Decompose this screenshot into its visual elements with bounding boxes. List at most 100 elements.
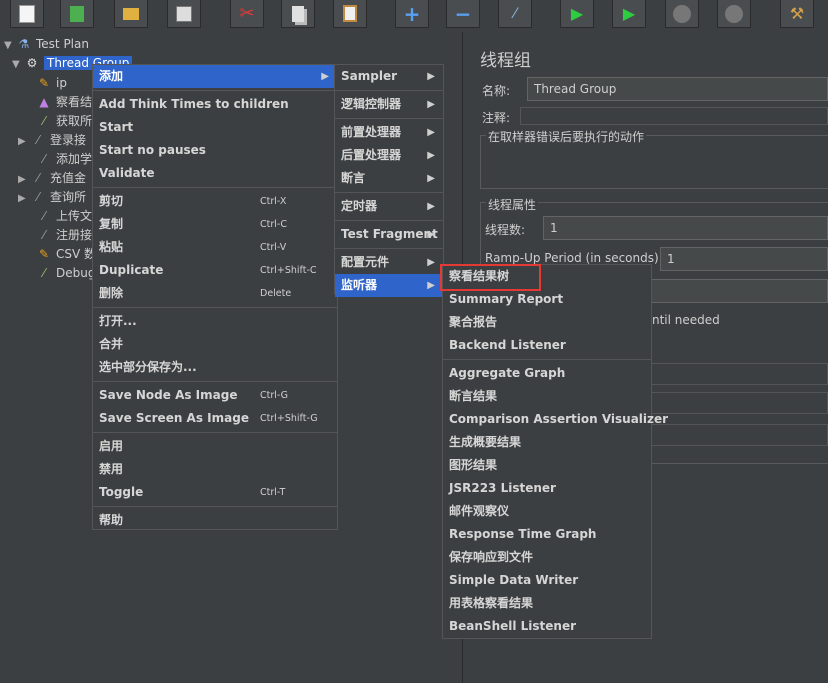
listener-item-response-time-graph[interactable]: Response Time Graph — [443, 523, 651, 546]
submenu-item-timer[interactable]: 定时器 ▶ — [335, 195, 443, 218]
menu-separator — [335, 192, 443, 193]
tree-node-test-plan[interactable]: ▼ ⚗ Test Plan — [4, 35, 89, 53]
tree-node-item[interactable]: ✎ ip — [24, 74, 67, 92]
collapsed-arrow-icon[interactable]: ▶ — [18, 171, 30, 189]
tree-node-item[interactable]: ⁄ 上传文 — [24, 207, 92, 225]
menu-item-enable[interactable]: 启用 — [93, 435, 337, 458]
scheduler-field[interactable] — [650, 363, 828, 385]
tree-node-item[interactable]: ⁄ 获取所 — [24, 112, 92, 130]
menu-item-disable[interactable]: 禁用 — [93, 458, 337, 481]
listener-item-mailer-visualizer[interactable]: 邮件观察仪 — [443, 500, 651, 523]
listener-item-graph-results[interactable]: 图形结果 — [443, 454, 651, 477]
listener-item-jsr223-listener[interactable]: JSR223 Listener — [443, 477, 651, 500]
submenu-item-config-element[interactable]: 配置元件 ▶ — [335, 251, 443, 274]
loop-count-field[interactable] — [650, 279, 828, 303]
menu-item-paste[interactable]: 粘贴 Ctrl-V — [93, 236, 337, 259]
startup-delay-field[interactable] — [650, 424, 828, 446]
threads-field[interactable]: 1 — [543, 216, 828, 240]
submenu-item-post-processor[interactable]: 后置处理器 ▶ — [335, 144, 443, 167]
menu-item-start-no-pauses[interactable]: Start no pauses — [93, 139, 337, 162]
menu-item-merge[interactable]: 合并 — [93, 333, 337, 356]
chart-icon: ▲ — [39, 95, 49, 109]
menu-item-duplicate[interactable]: Duplicate Ctrl+Shift-C — [93, 259, 337, 282]
listener-item-aggregate-report[interactable]: 聚合报告 — [443, 311, 651, 334]
rampup-field[interactable]: 1 — [660, 247, 828, 271]
menu-item-cut[interactable]: 剪切 Ctrl-X — [93, 190, 337, 213]
listener-item-save-responses-to-file[interactable]: 保存响应到文件 — [443, 546, 651, 569]
submenu-arrow-icon: ▶ — [427, 99, 435, 110]
menu-separator — [335, 248, 443, 249]
templates-icon[interactable] — [60, 0, 94, 28]
clear-icon[interactable]: ⚒ — [780, 0, 814, 28]
submenu-arrow-icon: ▶ — [427, 229, 435, 240]
menu-item-save-node-image[interactable]: Save Node As Image Ctrl-G — [93, 384, 337, 407]
listener-item-summary-report[interactable]: Summary Report — [443, 288, 651, 311]
flask-icon: ⚗ — [18, 37, 30, 51]
thread-props-label: 线程属性 — [486, 196, 539, 213]
start-icon[interactable]: ▶ — [560, 0, 594, 28]
menu-separator — [335, 118, 443, 119]
tree-node-item[interactable]: ▶ ⁄ 充值金 — [18, 169, 86, 187]
expand-arrow-icon[interactable]: ▼ — [4, 37, 16, 55]
submenu-item-sampler[interactable]: Sampler ▶ — [335, 65, 443, 88]
menu-item-help[interactable]: 帮助 — [93, 509, 337, 532]
tree-node-item[interactable]: ⁄ 添加学 — [24, 150, 92, 168]
menu-item-copy[interactable]: 复制 Ctrl-C — [93, 213, 337, 236]
menu-item-open[interactable]: 打开... — [93, 310, 337, 333]
submenu-item-pre-processor[interactable]: 前置处理器 ▶ — [335, 121, 443, 144]
save-icon[interactable] — [167, 0, 201, 28]
submenu-item-assertion[interactable]: 断言 ▶ — [335, 167, 443, 190]
tree-node-item[interactable]: ⁄ 注册接 — [24, 226, 92, 244]
collapsed-arrow-icon[interactable]: ▶ — [18, 190, 30, 208]
listener-item-generate-summary-results[interactable]: 生成概要结果 — [443, 431, 651, 454]
listener-item-assertion-results[interactable]: 断言结果 — [443, 385, 651, 408]
menu-item-toggle[interactable]: Toggle Ctrl-T — [93, 481, 337, 504]
name-field[interactable]: Thread Group — [527, 77, 828, 101]
copy-icon[interactable] — [281, 0, 315, 28]
listener-item-beanshell-listener[interactable]: BeanShell Listener — [443, 615, 651, 638]
menu-separator — [93, 187, 337, 188]
menu-separator — [335, 220, 443, 221]
collapse-icon[interactable]: − — [446, 0, 480, 28]
gear-icon: ⚙ — [26, 56, 38, 70]
comment-field[interactable] — [520, 107, 828, 125]
duration-field[interactable] — [650, 392, 828, 414]
listener-item-backend-listener[interactable]: Backend Listener — [443, 334, 651, 357]
open-icon[interactable] — [114, 0, 148, 28]
listener-item-comparison-assertion-visualizer[interactable]: Comparison Assertion Visualizer — [443, 408, 668, 431]
toggle-icon[interactable]: ⁄ — [498, 0, 532, 28]
expand-icon[interactable]: + — [395, 0, 429, 28]
submenu-arrow-icon: ▶ — [427, 280, 435, 291]
paste-icon[interactable] — [333, 0, 367, 28]
tree-node-item[interactable]: ⁄ Debug — [24, 264, 95, 282]
tree-node-item[interactable]: ▲ 察看结 — [24, 93, 92, 111]
shutdown-icon[interactable] — [717, 0, 751, 28]
threads-label: 线程数: — [485, 223, 526, 237]
menu-item-validate[interactable]: Validate — [93, 162, 337, 185]
expand-arrow-icon[interactable]: ▼ — [12, 56, 24, 74]
menu-item-delete[interactable]: 删除 Delete — [93, 282, 337, 305]
submenu-item-logic-controller[interactable]: 逻辑控制器 ▶ — [335, 93, 443, 116]
pipette-icon: ⁄ — [36, 190, 39, 204]
tree-node-item[interactable]: ▶ ⁄ 查询所 — [18, 188, 86, 206]
menu-item-add-think-times[interactable]: Add Think Times to children — [93, 93, 337, 116]
panel-title: 线程组 — [480, 51, 531, 71]
menu-item-add[interactable]: 添加 ▶ — [93, 65, 337, 88]
add-submenu: Sampler ▶ 逻辑控制器 ▶ 前置处理器 ▶ 后置处理器 ▶ 断言 ▶ 定时器 ▶ T… — [334, 64, 444, 297]
tree-node-item[interactable]: ▶ ⁄ 登录接 — [18, 131, 86, 149]
start-no-pause-icon[interactable]: ▶ — [612, 0, 646, 28]
stop-icon[interactable] — [665, 0, 699, 28]
menu-item-start[interactable]: Start — [93, 116, 337, 139]
listener-item-simple-data-writer[interactable]: Simple Data Writer — [443, 569, 651, 592]
menu-item-save-screen-image[interactable]: Save Screen As Image Ctrl+Shift-G — [93, 407, 337, 430]
submenu-item-test-fragment[interactable]: Test Fragment ▶ — [335, 223, 443, 246]
menu-item-save-selection[interactable]: 选中部分保存为... — [93, 356, 337, 379]
cut-icon[interactable]: ✂ — [230, 0, 264, 28]
listener-item-view-results-in-table[interactable]: 用表格察看结果 — [443, 592, 651, 615]
collapsed-arrow-icon[interactable]: ▶ — [18, 133, 30, 151]
tree-node-item[interactable]: ✎ CSV 数 — [24, 245, 96, 263]
new-icon[interactable] — [10, 0, 44, 28]
submenu-item-listener[interactable]: 监听器 ▶ — [335, 274, 443, 297]
menu-separator — [93, 90, 337, 91]
listener-item-aggregate-graph[interactable]: Aggregate Graph — [443, 362, 651, 385]
